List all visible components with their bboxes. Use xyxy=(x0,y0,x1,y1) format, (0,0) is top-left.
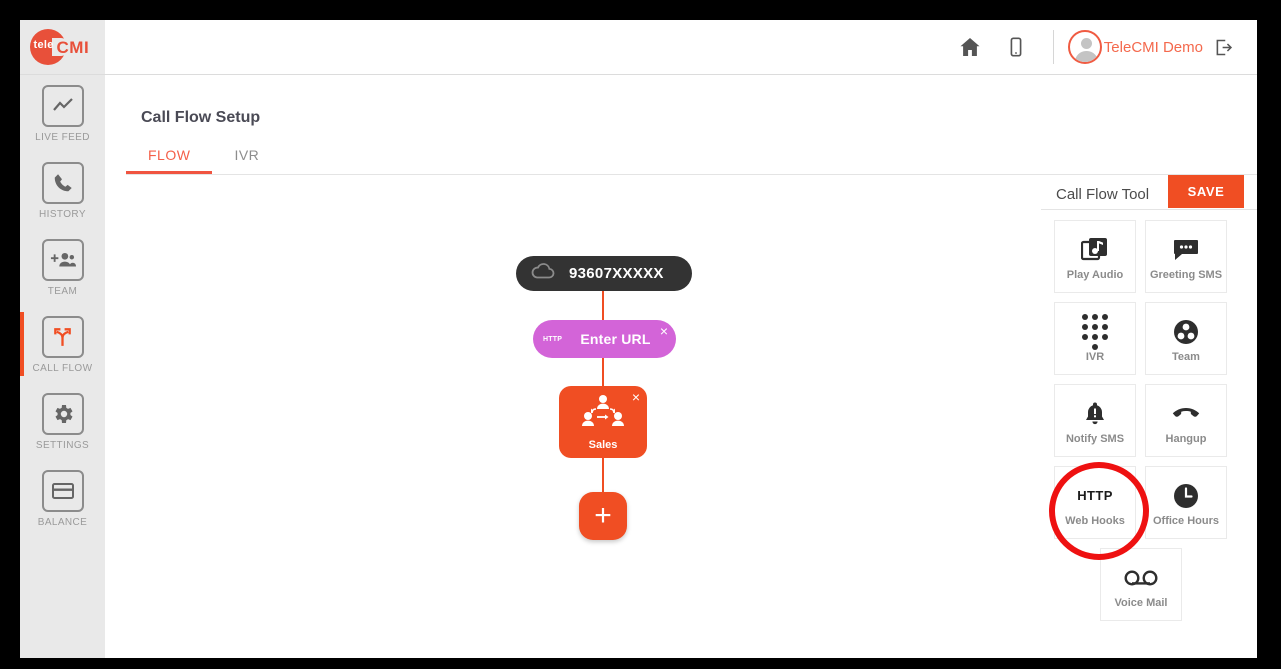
card-icon xyxy=(41,469,84,512)
tool-card-voice-mail[interactable]: Voice Mail xyxy=(1100,548,1182,621)
save-button[interactable]: SAVE xyxy=(1168,175,1244,208)
tool-label: Play Audio xyxy=(1066,268,1124,281)
sidebar-label: TEAM xyxy=(47,285,78,297)
cloud-icon xyxy=(530,262,556,285)
team-circle-icon xyxy=(1172,315,1200,349)
sidebar-label: CALL FLOW xyxy=(32,362,93,374)
call-flow-branch-icon xyxy=(41,315,84,358)
phone-icon xyxy=(41,161,84,204)
tool-label: Web Hooks xyxy=(1065,514,1125,527)
avatar[interactable] xyxy=(1067,30,1102,64)
sidebar-label: HISTORY xyxy=(39,208,86,220)
webhook-url-label: Enter URL xyxy=(580,331,651,347)
user-menu[interactable]: TeleCMI Demo xyxy=(1067,30,1203,64)
application-window: tele CMI TeleCMI Demo LIVE FEED HISTORY … xyxy=(20,20,1257,658)
top-header: tele CMI TeleCMI Demo xyxy=(20,20,1257,75)
connector-line xyxy=(602,290,604,321)
webhook-url-node[interactable]: HTTP Enter URL × xyxy=(533,320,676,358)
tool-label: Greeting SMS xyxy=(1149,268,1223,281)
sidebar-label: SETTINGS xyxy=(35,439,90,451)
tool-label: Notify SMS xyxy=(1065,432,1125,445)
tab-bar: FLOW IVR xyxy=(126,141,1257,175)
tool-card-ivr[interactable]: IVR xyxy=(1054,302,1136,375)
tool-card-web-hooks[interactable]: HTTP Web Hooks xyxy=(1054,466,1136,539)
voicemail-icon xyxy=(1124,561,1158,595)
active-indicator xyxy=(20,312,24,376)
gear-icon xyxy=(41,392,84,435)
sidebar-label: LIVE FEED xyxy=(35,131,90,143)
mobile-icon[interactable] xyxy=(993,20,1039,74)
http-badge: HTTP xyxy=(543,335,563,343)
panel-divider xyxy=(1041,209,1257,210)
main-content: Call Flow Setup FLOW IVR 93607XXXXX HTTP… xyxy=(106,75,1257,658)
close-icon[interactable]: × xyxy=(632,390,640,404)
chat-bubble-icon xyxy=(1172,233,1200,267)
tool-card-hangup[interactable]: Hangup xyxy=(1145,384,1227,457)
sales-node-label: Sales xyxy=(588,439,618,451)
user-name: TeleCMI Demo xyxy=(1103,38,1203,56)
tool-card-office-hours[interactable]: Office Hours xyxy=(1145,466,1227,539)
tool-label: Team xyxy=(1172,350,1200,363)
tool-card-play-audio[interactable]: Play Audio xyxy=(1054,220,1136,293)
http-text: HTTP xyxy=(1077,488,1113,503)
sales-team-node[interactable]: Sales × xyxy=(559,386,647,458)
dialpad-icon xyxy=(1082,313,1108,350)
clock-icon xyxy=(1172,479,1200,513)
team-group-icon xyxy=(580,393,626,436)
sidebar-item-team[interactable]: TEAM xyxy=(20,229,105,306)
sidebar-item-call-flow[interactable]: CALL FLOW xyxy=(20,306,105,383)
sidebar-label: BALANCE xyxy=(37,516,88,528)
phone-number-node[interactable]: 93607XXXXX xyxy=(516,256,692,291)
add-node-button[interactable]: + xyxy=(579,492,627,540)
page-title: Call Flow Setup xyxy=(141,109,261,126)
close-icon[interactable]: × xyxy=(660,324,668,338)
tool-label: Office Hours xyxy=(1152,514,1219,527)
tool-panel-title: Call Flow Tool xyxy=(1056,186,1150,203)
header-divider xyxy=(1052,30,1054,64)
bell-icon xyxy=(1083,397,1107,431)
tool-label: IVR xyxy=(1085,350,1105,363)
http-text-icon: HTTP xyxy=(1077,479,1113,513)
logo-tele-text: tele xyxy=(33,39,54,51)
sidebar-item-history[interactable]: HISTORY xyxy=(20,152,105,229)
connector-line xyxy=(602,357,604,387)
sidebar-item-balance[interactable]: BALANCE xyxy=(20,460,105,537)
connector-line xyxy=(602,457,604,493)
tool-grid: Play Audio Greeting SMS IVR Team Notify … xyxy=(1054,220,1257,621)
call-flow-tool-panel: Call Flow Tool SAVE Play Audio Greeting … xyxy=(1036,175,1257,658)
left-sidebar: LIVE FEED HISTORY TEAM CALL FLOW SETTING… xyxy=(20,75,105,658)
tool-card-greeting-sms[interactable]: Greeting SMS xyxy=(1145,220,1227,293)
tool-label: Hangup xyxy=(1165,432,1207,445)
sidebar-item-live-feed[interactable]: LIVE FEED xyxy=(20,75,105,152)
line-chart-icon xyxy=(41,84,84,127)
logo-cmi-text: CMI xyxy=(56,38,90,57)
add-people-icon xyxy=(41,238,84,281)
tab-ivr[interactable]: IVR xyxy=(212,141,281,173)
tool-card-team[interactable]: Team xyxy=(1145,302,1227,375)
tab-flow[interactable]: FLOW xyxy=(126,141,213,174)
phone-number-text: 93607XXXXX xyxy=(569,265,664,282)
tool-label: Voice Mail xyxy=(1114,596,1168,609)
plus-icon: + xyxy=(594,499,612,532)
sidebar-item-settings[interactable]: SETTINGS xyxy=(20,383,105,460)
home-icon[interactable] xyxy=(947,20,993,74)
logout-icon[interactable] xyxy=(1203,20,1243,74)
brand-logo[interactable]: tele CMI xyxy=(20,20,105,74)
header-actions: TeleCMI Demo xyxy=(947,20,1243,74)
hangup-icon xyxy=(1171,397,1201,431)
tool-card-notify-sms[interactable]: Notify SMS xyxy=(1054,384,1136,457)
play-audio-icon xyxy=(1081,233,1109,267)
